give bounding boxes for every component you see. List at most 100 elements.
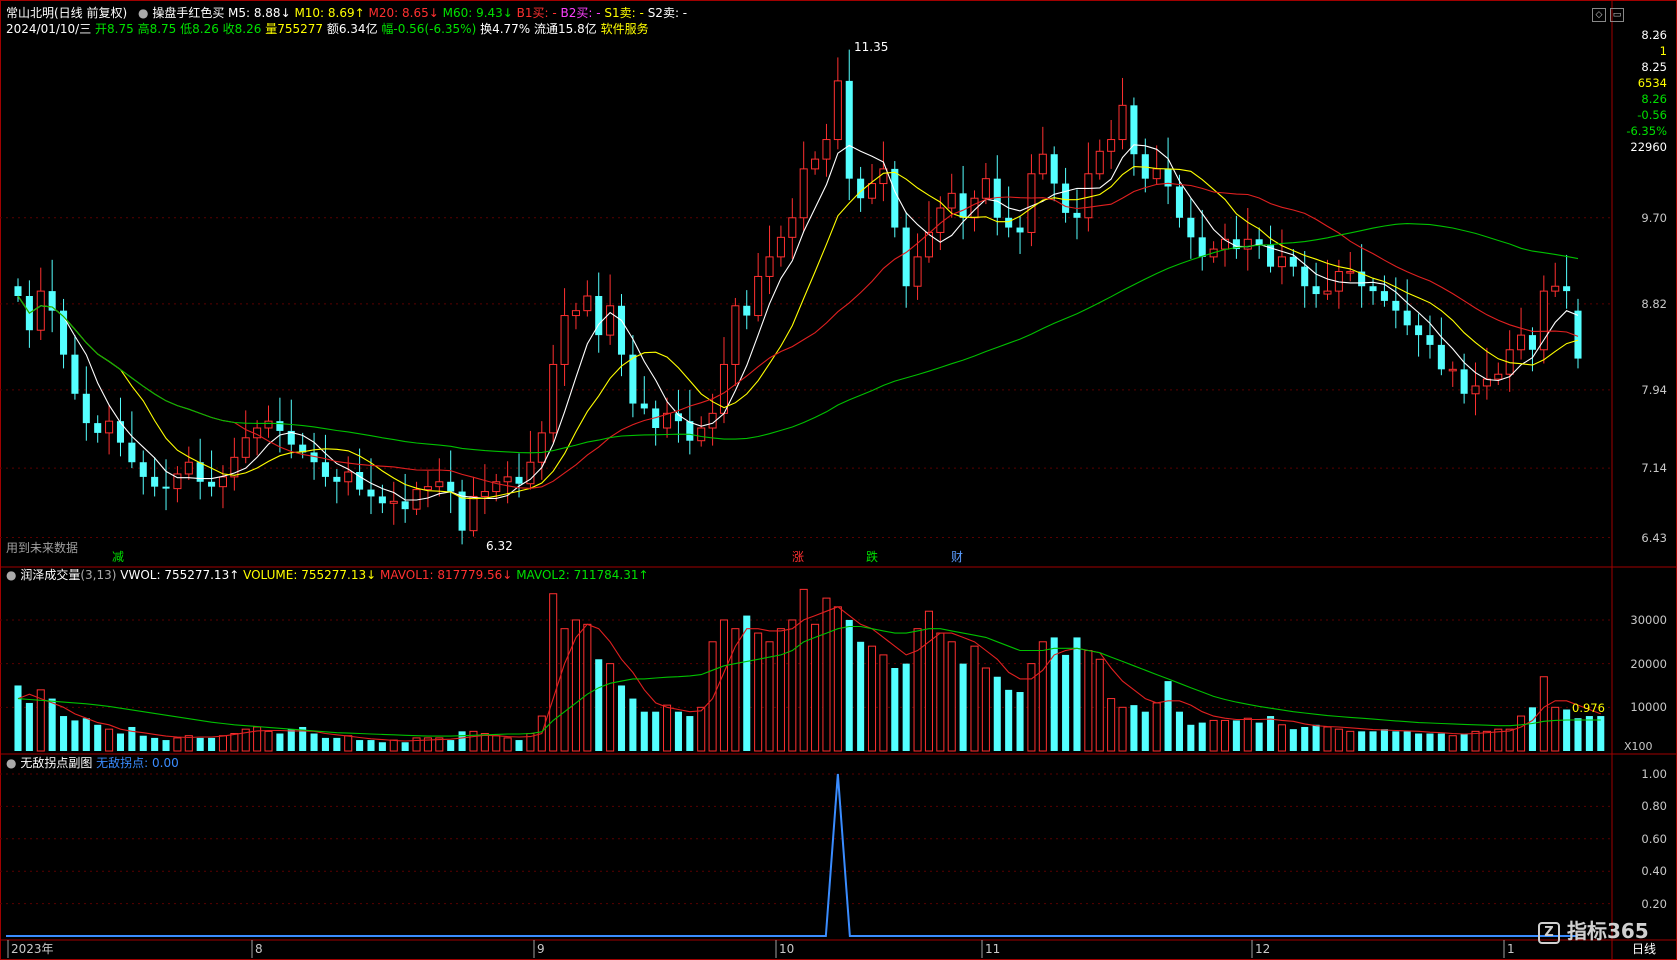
volume-bar-up (1482, 730, 1491, 752)
candle-up (981, 178, 990, 199)
candle-down (845, 80, 853, 179)
candle-up (560, 315, 569, 365)
indicator-title[interactable]: 无敌拐点副图 (20, 756, 92, 770)
window-icon[interactable]: ▭ (1610, 8, 1624, 22)
candle-up (1107, 139, 1116, 152)
volume-bar-down (82, 718, 90, 751)
candlesticks (14, 49, 1582, 545)
candle-down (1005, 217, 1013, 228)
volume-bar-up (788, 619, 797, 752)
volume-bar-up (981, 667, 990, 752)
volume-bar-up (1118, 706, 1127, 752)
indicator-value: 无敌拐点: 0.00 (96, 756, 179, 770)
price-info-item: 22960 (1630, 140, 1667, 154)
volume-bar-down (595, 659, 603, 751)
volume-bar-down (1073, 637, 1081, 751)
volume-bar-down (447, 740, 455, 751)
chart-grid (0, 0, 1677, 960)
ma-values: M5: 8.88↓ M10: 8.69↑ M20: 8.65↓ M60: 9.4… (228, 6, 687, 20)
period-label[interactable]: 日线 (1632, 942, 1656, 956)
volume-bar-down (310, 733, 318, 751)
indicator-line (6, 773, 1578, 937)
candle-down (1187, 217, 1195, 238)
logo-icon: Z (1538, 921, 1560, 944)
candle-down (640, 403, 648, 409)
volume-bar-down (196, 737, 204, 751)
volume-bar-up (799, 588, 808, 752)
candle-down (743, 305, 751, 316)
volume-bar-up (412, 737, 421, 752)
kline-chart[interactable] (0, 0, 1677, 960)
volume-bar-up (264, 730, 273, 752)
candle-up (389, 500, 398, 504)
event-marker: 跌 (866, 550, 879, 564)
candle-up (606, 305, 615, 336)
volume-bar-down (367, 740, 375, 751)
mavol1-value: MAVOL1: 817779.56↓ (379, 568, 513, 582)
candle-up (731, 305, 740, 365)
volume-bar-down (333, 737, 341, 751)
candle-down (333, 476, 341, 482)
candle-down (116, 421, 125, 443)
candle-down (128, 442, 136, 463)
volume-bar-down (1392, 731, 1400, 751)
candle-up (1323, 290, 1332, 295)
volume-bar-down (640, 711, 648, 751)
low-label: 6.32 (486, 539, 513, 553)
volume-bar-up (469, 730, 478, 752)
price-info-item: 6534 (1637, 76, 1667, 90)
candle-down (902, 227, 910, 287)
volume-bar-down (674, 711, 682, 751)
volume-bar-down (891, 668, 899, 751)
candle-up (423, 486, 432, 491)
candle-up (1220, 238, 1230, 250)
watermark: Z 指标365 (1538, 920, 1649, 944)
candle-up (503, 476, 512, 483)
volume-bar-up (1152, 702, 1161, 752)
volume-bar-down (1574, 718, 1582, 751)
candle-down (367, 489, 375, 497)
settings-dot-icon[interactable]: ● (138, 6, 148, 20)
volume-bar-up (947, 641, 956, 752)
time-label: 12 (1255, 942, 1271, 956)
volume-bar-down (1460, 733, 1468, 751)
candle-down (71, 354, 79, 394)
settings-dot-icon[interactable]: ● (6, 756, 16, 770)
volume-bar-up (503, 737, 512, 752)
watermark-text: 指标365 (1566, 919, 1649, 943)
volume-bar-up (560, 628, 569, 752)
candle-up (788, 217, 797, 238)
volume-bar-up (708, 641, 717, 752)
volume-bar-down (60, 716, 68, 751)
quote-item: 软件服务 (600, 22, 649, 36)
candle-up (754, 275, 763, 317)
indicator-name[interactable]: ● 操盘手红色买 (138, 6, 224, 20)
restore-icon[interactable]: ◇ (1592, 8, 1606, 22)
candle-down (617, 305, 626, 355)
volume-bar-down (617, 685, 626, 751)
volume-bar-down (25, 702, 33, 751)
future-data-note: 用到未来数据 (6, 541, 79, 555)
volume-bar-up (1107, 698, 1116, 752)
volume-bar-down (208, 737, 216, 751)
time-label: 9 (537, 942, 545, 956)
candle-up (811, 158, 820, 170)
candle-down (1415, 325, 1423, 336)
volume-title[interactable]: 润泽成交量 (20, 568, 80, 582)
volume-bar-up (822, 597, 831, 752)
volume-bar-down (1232, 720, 1240, 751)
settings-dot-icon[interactable]: ● (6, 568, 16, 582)
volume-bar-down (993, 676, 1001, 751)
stock-title[interactable]: 常山北明(日线 前复权) (6, 6, 127, 20)
ma-value: S2卖: - (647, 6, 688, 20)
candle-up (879, 168, 888, 185)
price-tick: 9.70 (1641, 210, 1667, 225)
volume-bar-up (1551, 706, 1560, 752)
candle-up (1448, 368, 1457, 372)
candle-up (913, 256, 922, 287)
time-label: 10 (779, 942, 795, 956)
volume-bar-down (515, 740, 523, 751)
candle-down (1403, 310, 1411, 326)
volume-bar-down (1187, 724, 1195, 751)
volume-bar-up (549, 593, 558, 752)
